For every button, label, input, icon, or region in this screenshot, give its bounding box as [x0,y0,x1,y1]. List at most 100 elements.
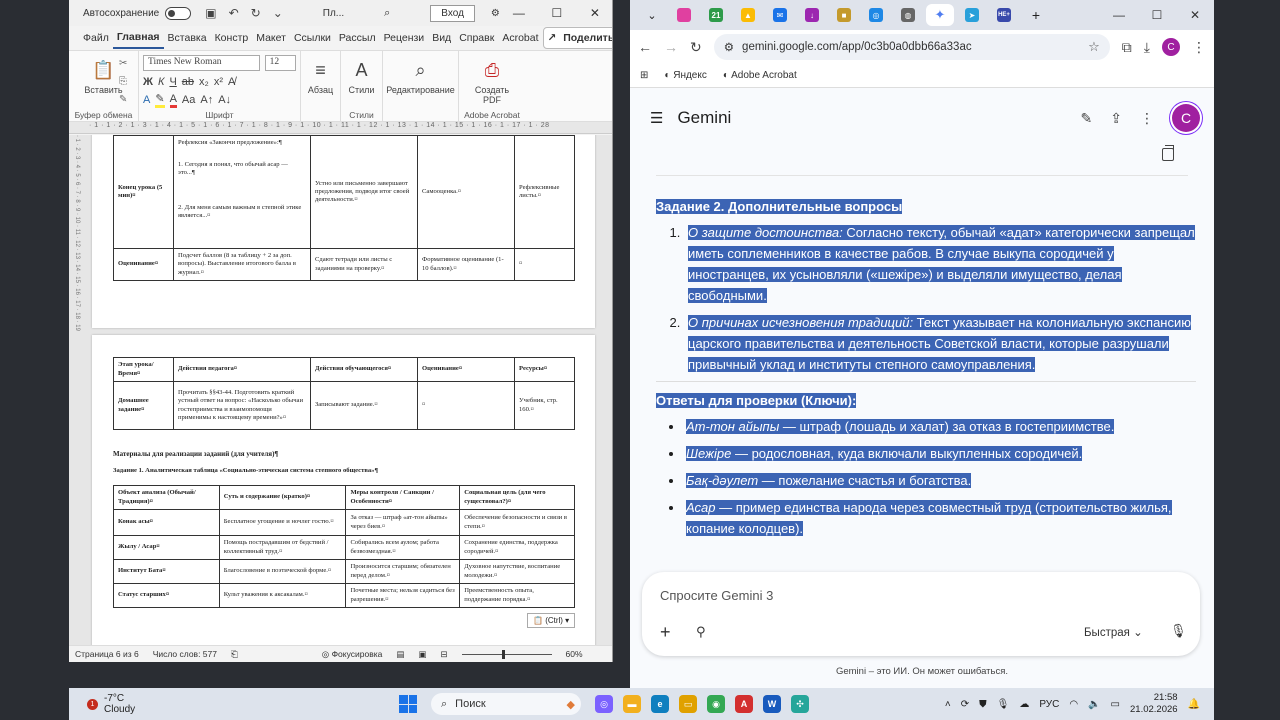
subscript-button[interactable]: x₂ [199,76,209,88]
file-explorer-icon[interactable]: ▬ [623,695,641,713]
browser-tab[interactable]: НЕ+ [990,4,1018,26]
reload-icon[interactable]: ↻ [690,39,702,56]
share-icon[interactable]: ⇪ [1110,110,1122,127]
tab-layout[interactable]: Макет [252,28,290,48]
folder-icon[interactable]: ▭ [679,695,697,713]
document-area[interactable]: · 1 · 2 · 3 · 4 · 5 · 6 · 7 · 8 · 9 · 10… [69,135,612,645]
chevron-up-icon[interactable]: ˄ [945,699,951,710]
address-bar[interactable]: ⚙ gemini.google.com/app/0c3b0a0dbb66a33a… [713,34,1110,60]
close-icon[interactable]: ✕ [576,6,612,20]
tab-help[interactable]: Справк [455,28,498,48]
clear-format-icon[interactable]: A̸ [228,76,235,88]
read-mode-icon[interactable]: ▤ [396,649,404,660]
profile-avatar[interactable]: С [1162,38,1180,56]
highlight-icon[interactable]: ✎ [155,92,165,108]
settings-icon[interactable]: ⚙ [491,8,500,19]
web-layout-icon[interactable]: ⊟ [440,649,447,660]
sync-icon[interactable]: ⟳ [961,699,969,710]
extensions-icon[interactable]: ⧉ [1122,39,1132,56]
mic-muted-icon[interactable]: 🎙 [997,699,1010,710]
browser-tab[interactable]: 21 [702,4,730,26]
menu-kebab-icon[interactable]: ⋮ [1192,39,1206,56]
back-icon[interactable]: ← [638,39,652,55]
new-tab-button[interactable]: + [1022,4,1050,26]
browser-tab[interactable]: ↓ [798,4,826,26]
tools-icon[interactable]: ⚲ [696,624,706,640]
taskbar-search[interactable]: ⌕ Поиск ◆ [431,693,581,715]
downloads-icon[interactable]: ⤓ [1144,39,1150,56]
save-icon[interactable]: ▣ [205,6,216,20]
browser-tab[interactable]: ◎ [862,4,890,26]
battery-icon[interactable]: ▭ [1111,699,1120,710]
print-layout-icon[interactable]: ▣ [418,649,426,660]
format-painter-icon[interactable]: ✎ [119,91,127,109]
browser-tab[interactable] [670,4,698,26]
redo-icon[interactable]: ↻ [251,6,261,20]
minimize-icon[interactable]: — [1100,8,1138,22]
notifications-icon[interactable]: 🔔 [1188,699,1200,710]
apps-grid-icon[interactable]: ⊞ [640,70,648,81]
shrink-font-icon[interactable]: A↓ [218,94,231,106]
tab-mailings[interactable]: Рассыл [335,28,380,48]
model-mode-select[interactable]: Быстрая ⌄ [1084,625,1143,639]
browser-tab[interactable]: ■ [830,4,858,26]
font-size-select[interactable]: 12 [264,55,296,71]
copilot-icon[interactable]: ◎ [595,695,613,713]
document-name[interactable]: Пл... [323,8,344,19]
browser-tab[interactable]: ◍ [894,4,922,26]
cut-icon[interactable]: ✂ [119,55,127,73]
copy-code-icon[interactable] [1162,145,1174,161]
tab-review[interactable]: Рецензи [380,28,429,48]
font-name-select[interactable]: Times New Roman [143,55,260,71]
copy-icon[interactable]: ⎘ [119,73,127,91]
word-count[interactable]: Число слов: 577 [153,649,217,659]
zoom-level[interactable]: 60% [566,649,583,659]
tab-file[interactable]: Файл [79,28,113,48]
tab-view[interactable]: Вид [428,28,455,48]
bookmark-star-icon[interactable]: ☆ [1088,39,1100,55]
new-chat-icon[interactable]: ✎ [1081,110,1093,127]
browser-tab[interactable]: ✉ [766,4,794,26]
search-icon[interactable]: ⌕ [384,7,390,20]
more-icon[interactable]: ⌄ [273,6,283,20]
font-color-icon[interactable]: A [169,93,177,108]
bookmark-yandex[interactable]: ◐ Яндекс [664,70,706,81]
edge-icon[interactable]: e [651,695,669,713]
language-indicator[interactable]: РУС [1039,699,1059,710]
create-pdf-button[interactable]: ⎙ Создать PDF [463,55,521,106]
page-count[interactable]: Страница 6 из 6 [75,649,139,659]
add-attachment-icon[interactable]: + [660,622,671,643]
minimize-icon[interactable]: — [500,6,538,20]
browser-tab[interactable]: ➤ [958,4,986,26]
grow-font-icon[interactable]: A↑ [200,94,213,106]
text-effects-icon[interactable]: A [143,94,150,106]
more-options-icon[interactable]: ⋮ [1140,110,1154,127]
close-icon[interactable]: ✕ [1176,8,1214,22]
tab-references[interactable]: Ссылки [290,28,335,48]
zoom-slider[interactable] [461,649,552,659]
tab-home[interactable]: Главная [112,27,164,49]
superscript-button[interactable]: x² [214,76,223,88]
signin-button[interactable]: Вход [430,4,475,22]
maximize-icon[interactable]: ☐ [1138,8,1176,22]
hamburger-menu-icon[interactable]: ☰ [650,109,663,127]
paste-options-button[interactable]: 📋 (Ctrl) ▾ [527,613,576,628]
clock[interactable]: 21:58 21.02.2026 [1130,692,1178,716]
start-button[interactable] [399,695,417,713]
weather-widget[interactable]: 1 -7°C Cloudy [69,693,319,715]
underline-button[interactable]: Ч [169,76,176,88]
browser-tab-active[interactable]: ✦ [926,4,954,26]
tab-acrobat[interactable]: Acrobat [498,28,542,48]
share-button[interactable]: ↗ Поделиться [542,27,612,49]
italic-button[interactable]: К [158,76,164,88]
site-info-icon[interactable]: ⚙ [724,40,734,54]
bookmark-acrobat[interactable]: ◐ Adobe Acrobat [723,70,797,81]
chrome-icon[interactable]: ◉ [707,695,725,713]
user-avatar[interactable]: С [1172,104,1200,132]
paragraph-button[interactable]: ≡ Абзац [305,55,336,96]
prompt-input[interactable]: Спросите Gemini 3 [660,588,773,603]
proofing-icon[interactable]: ⎗ [231,649,238,660]
bold-button[interactable]: Ж [143,76,153,88]
cloud-icon[interactable]: ☁ [1019,699,1029,710]
word-icon[interactable]: W [763,695,781,713]
